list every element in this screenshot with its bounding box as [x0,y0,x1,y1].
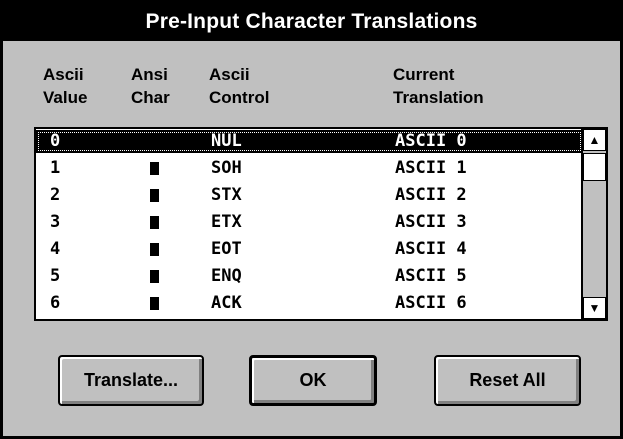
reset-all-button[interactable]: Reset All [434,355,581,406]
ansi-char-glyph [150,189,159,202]
header-ascii-control-line1: Ascii [209,65,250,84]
header-current-translation: Current Translation [393,63,484,109]
header-ansi-char: Ansi Char [131,63,170,109]
ansi-char-glyph [150,297,159,310]
vertical-scrollbar[interactable]: ▲ ▼ [581,129,606,319]
ansi-char-glyph [150,216,159,229]
ascii-value-cell: 1 [50,158,61,178]
ok-button[interactable]: OK [249,355,377,406]
header-ascii-value: Ascii Value [43,63,87,109]
scroll-thumb[interactable] [583,153,606,181]
ascii-control-cell: ENQ [211,266,242,286]
ascii-control-cell: STX [211,185,242,205]
list-row[interactable]: 0 NUL ASCII 0 [36,130,583,153]
arrow-down-icon: ▼ [588,301,601,315]
header-ascii-value-line1: Ascii [43,65,84,84]
arrow-up-icon: ▲ [588,133,601,147]
ascii-control-cell: ACK [211,293,242,313]
ascii-control-cell: EOT [211,239,242,259]
translation-cell: ASCII 1 [395,158,467,178]
ansi-char-glyph [150,162,159,175]
scroll-down-button[interactable]: ▼ [583,297,606,319]
header-current-translation-line1: Current [393,65,455,84]
translations-listbox[interactable]: 0 NUL ASCII 0 1 SOH ASCII 1 2 STX ASCII 2 3 ETX ASC… [34,127,608,321]
ascii-value-cell: 3 [50,212,61,232]
list-row[interactable]: 6 ACK ASCII 6 [36,292,583,315]
header-ascii-control-line2: Control [209,88,270,107]
header-current-translation-line2: Translation [393,88,484,107]
translation-cell: ASCII 3 [395,212,467,232]
ascii-value-cell: 2 [50,185,61,205]
ascii-control-cell: NUL [211,131,242,151]
ascii-value-cell: 6 [50,293,61,313]
ascii-value-cell: 0 [50,131,61,151]
ansi-char-glyph [150,270,159,283]
header-ansi-char-line1: Ansi [131,65,168,84]
list-row[interactable]: 3 ETX ASCII 3 [36,211,583,234]
list-row[interactable]: 5 ENQ ASCII 5 [36,265,583,288]
header-ansi-char-line2: Char [131,88,170,107]
ascii-control-cell: SOH [211,158,242,178]
translation-cell: ASCII 4 [395,239,467,259]
header-ascii-value-line2: Value [43,88,88,107]
translate-button[interactable]: Translate... [58,355,204,406]
scroll-up-button[interactable]: ▲ [583,129,606,151]
translation-cell: ASCII 0 [395,131,467,151]
dialog-title: Pre-Input Character Translations [3,3,620,41]
ascii-value-cell: 4 [50,239,61,259]
ascii-control-cell: ETX [211,212,242,232]
list-row[interactable]: 1 SOH ASCII 1 [36,157,583,180]
translation-cell: ASCII 2 [395,185,467,205]
translation-cell: ASCII 6 [395,293,467,313]
ansi-char-glyph [150,243,159,256]
translations-dialog: Pre-Input Character Translations Ascii V… [0,0,623,439]
translation-cell: ASCII 5 [395,266,467,286]
list-row[interactable]: 4 EOT ASCII 4 [36,238,583,261]
header-ascii-control: Ascii Control [209,63,269,109]
list-row[interactable]: 2 STX ASCII 2 [36,184,583,207]
ascii-value-cell: 5 [50,266,61,286]
